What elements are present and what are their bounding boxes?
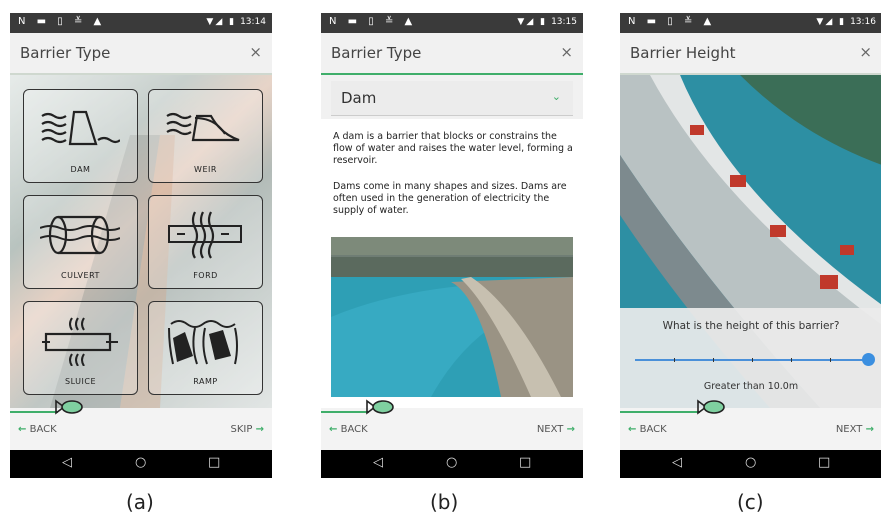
slider-tick <box>713 358 714 362</box>
status-bar: N ▬ ▯ ≚ ▲ ▼◢ ▮ 13:16 <box>620 13 881 33</box>
nav-home-icon[interactable]: ○ <box>745 455 756 470</box>
back-button[interactable]: ← BACK <box>628 424 667 435</box>
dam-photo-image <box>331 237 573 397</box>
page-title: Barrier Type <box>20 44 111 62</box>
slider-tick <box>752 358 753 362</box>
caption-b: (b) <box>430 490 459 514</box>
phone-screen-c: N ▬ ▯ ≚ ▲ ▼◢ ▮ 13:16 Barrier Height × Wha… <box>620 13 881 478</box>
description-paragraph-1: A dam is a barrier that blocks or constr… <box>333 131 573 166</box>
status-time: 13:15 <box>551 17 577 27</box>
tile-weir[interactable]: WEIR <box>148 89 263 183</box>
progress-line <box>620 411 700 413</box>
system-nav-bar: ◁ ○ □ <box>10 450 272 478</box>
back-button[interactable]: ← BACK <box>18 424 57 435</box>
tile-sluice[interactable]: SLUICE <box>23 301 138 395</box>
fish-icon <box>697 399 725 415</box>
culvert-icon <box>40 215 120 255</box>
bottom-navigation: ← BACK NEXT → <box>321 399 583 450</box>
signal-icons: ▼◢ ▮ <box>206 17 237 27</box>
status-time: 13:16 <box>850 17 876 27</box>
nav-recents-icon[interactable]: □ <box>208 455 220 470</box>
arrow-right-icon: → <box>255 424 264 435</box>
bottom-navigation: ← BACK SKIP → <box>10 399 272 450</box>
background-dam-photo: DAM WEIR CULVERT FORD SLUICE RAMP <box>10 75 272 408</box>
phone-screen-a: N ▬ ▯ ≚ ▲ ▼◢ ▮ 13:14 Barrier Type × DAM W… <box>10 13 272 478</box>
fish-icon <box>366 399 394 415</box>
nav-back-icon[interactable]: ◁ <box>672 455 682 470</box>
slider-tick <box>791 358 792 362</box>
bottom-navigation: ← BACK NEXT → <box>620 399 881 450</box>
progress-line <box>10 411 58 413</box>
tile-ramp[interactable]: RAMP <box>148 301 263 395</box>
nav-back-icon[interactable]: ◁ <box>62 455 72 470</box>
tile-label: WEIR <box>194 165 217 174</box>
arrow-left-icon: ← <box>628 424 637 435</box>
chevron-down-icon: ⌄ <box>551 90 561 103</box>
nav-home-icon[interactable]: ○ <box>446 455 457 470</box>
arrow-left-icon: ← <box>18 424 27 435</box>
progress-line <box>321 411 369 413</box>
caption-a: (a) <box>126 490 154 514</box>
close-icon[interactable]: × <box>859 43 872 61</box>
signal-icons: ▼◢ ▮ <box>816 17 847 27</box>
ford-icon <box>168 211 242 259</box>
tile-label: RAMP <box>193 377 218 386</box>
system-nav-bar: ◁ ○ □ <box>321 450 583 478</box>
tile-label: SLUICE <box>65 377 96 386</box>
dam-photo <box>331 237 573 397</box>
close-icon[interactable]: × <box>560 43 573 61</box>
dropdown-selected-value: Dam <box>341 89 377 107</box>
slider-tick <box>674 358 675 362</box>
arrow-right-icon: → <box>865 424 874 435</box>
system-nav-bar: ◁ ○ □ <box>620 450 881 478</box>
arrow-left-icon: ← <box>329 424 338 435</box>
skip-button[interactable]: SKIP → <box>231 424 264 435</box>
question-text: What is the height of this barrier? <box>662 320 840 332</box>
tile-label: DAM <box>70 165 91 174</box>
close-icon[interactable]: × <box>249 43 262 61</box>
notification-icons: N ▬ ▯ ≚ ▲ <box>628 16 716 27</box>
sluice-icon <box>42 317 118 366</box>
content-area: A dam is a barrier that blocks or constr… <box>321 119 583 408</box>
next-button[interactable]: NEXT → <box>836 424 874 435</box>
description-paragraph-2: Dams come in many shapes and sizes. Dams… <box>333 181 567 216</box>
nav-back-icon[interactable]: ◁ <box>373 455 383 470</box>
status-time: 13:14 <box>240 17 266 27</box>
page-title: Barrier Height <box>630 44 736 62</box>
weir-icon <box>166 112 240 142</box>
next-button[interactable]: NEXT → <box>537 424 575 435</box>
phone-screen-b: N ▬ ▯ ≚ ▲ ▼◢ ▮ 13:15 Barrier Type × A dam… <box>321 13 583 478</box>
slider-tick <box>830 358 831 362</box>
back-button[interactable]: ← BACK <box>329 424 368 435</box>
tile-ford[interactable]: FORD <box>148 195 263 289</box>
question-panel: What is the height of this barrier? Grea… <box>620 308 881 408</box>
dam-icon <box>41 110 120 146</box>
arrow-right-icon: → <box>566 424 575 435</box>
slider-thumb[interactable] <box>862 353 875 366</box>
status-bar: N ▬ ▯ ≚ ▲ ▼◢ ▮ 13:15 <box>321 13 583 33</box>
fish-icon <box>55 399 83 415</box>
caption-c: (c) <box>737 490 764 514</box>
barrier-type-dropdown[interactable]: Dam ⌄ <box>331 81 573 116</box>
tile-label: FORD <box>193 271 218 280</box>
nav-recents-icon[interactable]: □ <box>818 455 830 470</box>
tile-label: CULVERT <box>61 271 100 280</box>
nav-recents-icon[interactable]: □ <box>519 455 531 470</box>
ramp-icon <box>168 320 238 365</box>
slider-value-label: Greater than 10.0m <box>703 381 799 392</box>
notification-icons: N ▬ ▯ ≚ ▲ <box>18 16 106 27</box>
progress-line <box>321 73 583 75</box>
height-slider[interactable] <box>635 353 875 366</box>
notification-icons: N ▬ ▯ ≚ ▲ <box>329 16 417 27</box>
status-bar: N ▬ ▯ ≚ ▲ ▼◢ ▮ 13:14 <box>10 13 272 33</box>
signal-icons: ▼◢ ▮ <box>517 17 548 27</box>
nav-home-icon[interactable]: ○ <box>135 455 146 470</box>
title-bar: Barrier Type × <box>10 33 272 75</box>
tile-dam[interactable]: DAM <box>23 89 138 183</box>
page-title: Barrier Type <box>331 44 422 62</box>
tile-culvert[interactable]: CULVERT <box>23 195 138 289</box>
title-bar: Barrier Type × <box>321 33 583 75</box>
title-bar: Barrier Height × <box>620 33 881 75</box>
